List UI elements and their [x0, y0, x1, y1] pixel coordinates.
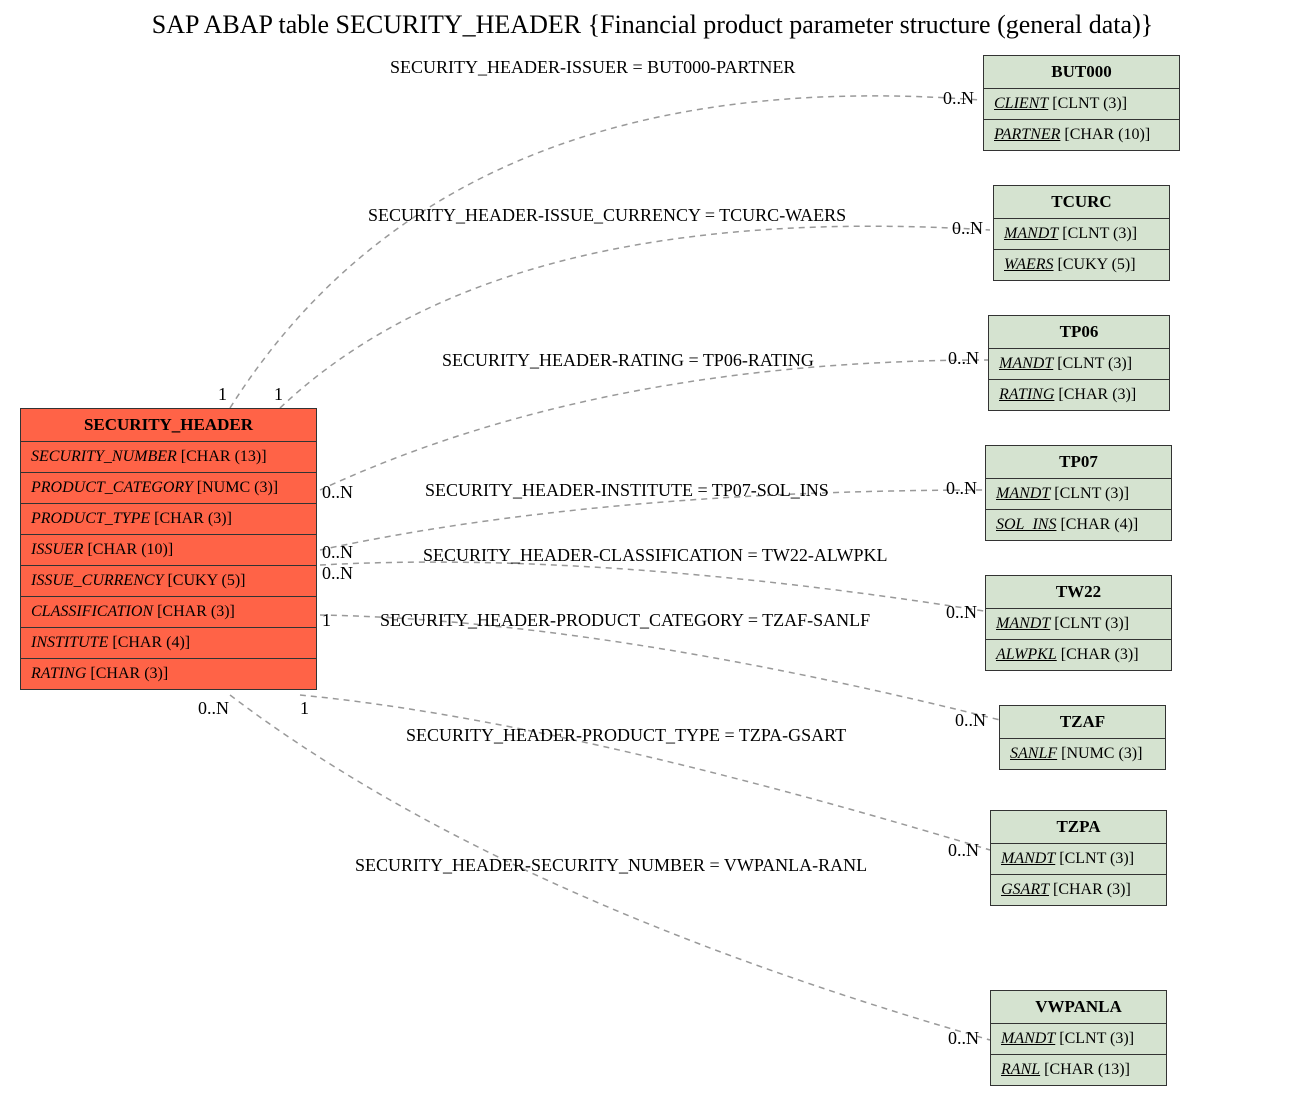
- cardinality: 0..N: [946, 478, 977, 499]
- entity-field: SOL_INS [CHAR (4)]: [986, 510, 1171, 540]
- entity-security-header: SECURITY_HEADER SECURITY_NUMBER [CHAR (1…: [20, 408, 317, 690]
- entity-field: PRODUCT_CATEGORY [NUMC (3)]: [21, 473, 316, 504]
- entity-header: TZPA: [991, 811, 1166, 844]
- entity-field: MANDT [CLNT (3)]: [986, 609, 1171, 640]
- cardinality: 0..N: [948, 348, 979, 369]
- entity-field: ALWPKL [CHAR (3)]: [986, 640, 1171, 670]
- entity-header: TCURC: [994, 186, 1169, 219]
- cardinality: 0..N: [946, 602, 977, 623]
- cardinality: 1: [322, 610, 331, 631]
- cardinality: 0..N: [948, 840, 979, 861]
- relation-label: SECURITY_HEADER-RATING = TP06-RATING: [442, 350, 814, 371]
- entity-field: PARTNER [CHAR (10)]: [984, 120, 1179, 150]
- entity-vwpanla: VWPANLA MANDT [CLNT (3)] RANL [CHAR (13)…: [990, 990, 1167, 1086]
- cardinality: 0..N: [198, 698, 229, 719]
- page-title: SAP ABAP table SECURITY_HEADER {Financia…: [0, 10, 1305, 40]
- entity-tzpa: TZPA MANDT [CLNT (3)] GSART [CHAR (3)]: [990, 810, 1167, 906]
- entity-field: MANDT [CLNT (3)]: [986, 479, 1171, 510]
- entity-field: WAERS [CUKY (5)]: [994, 250, 1169, 280]
- entity-header: TW22: [986, 576, 1171, 609]
- cardinality: 1: [300, 698, 309, 719]
- entity-but000: BUT000 CLIENT [CLNT (3)] PARTNER [CHAR (…: [983, 55, 1180, 151]
- cardinality: 0..N: [322, 482, 353, 503]
- entity-field: SECURITY_NUMBER [CHAR (13)]: [21, 442, 316, 473]
- relation-label: SECURITY_HEADER-ISSUER = BUT000-PARTNER: [390, 57, 795, 78]
- relation-label: SECURITY_HEADER-INSTITUTE = TP07-SOL_INS: [425, 480, 829, 501]
- cardinality: 0..N: [952, 218, 983, 239]
- entity-field: RANL [CHAR (13)]: [991, 1055, 1166, 1085]
- entity-field: ISSUER [CHAR (10)]: [21, 535, 316, 566]
- entity-tcurc: TCURC MANDT [CLNT (3)] WAERS [CUKY (5)]: [993, 185, 1170, 281]
- entity-header: TP07: [986, 446, 1171, 479]
- entity-field: CLIENT [CLNT (3)]: [984, 89, 1179, 120]
- entity-field: MANDT [CLNT (3)]: [991, 844, 1166, 875]
- relation-label: SECURITY_HEADER-CLASSIFICATION = TW22-AL…: [423, 545, 887, 566]
- cardinality: 0..N: [322, 563, 353, 584]
- relation-label: SECURITY_HEADER-PRODUCT_TYPE = TZPA-GSAR…: [406, 725, 846, 746]
- cardinality: 1: [274, 384, 283, 405]
- entity-tzaf: TZAF SANLF [NUMC (3)]: [999, 705, 1166, 770]
- entity-header: TP06: [989, 316, 1169, 349]
- entity-header: TZAF: [1000, 706, 1165, 739]
- relation-label: SECURITY_HEADER-ISSUE_CURRENCY = TCURC-W…: [368, 205, 846, 226]
- entity-tw22: TW22 MANDT [CLNT (3)] ALWPKL [CHAR (3)]: [985, 575, 1172, 671]
- entity-field: ISSUE_CURRENCY [CUKY (5)]: [21, 566, 316, 597]
- entity-header: BUT000: [984, 56, 1179, 89]
- entity-field: MANDT [CLNT (3)]: [991, 1024, 1166, 1055]
- entity-tp06: TP06 MANDT [CLNT (3)] RATING [CHAR (3)]: [988, 315, 1170, 411]
- entity-field: RATING [CHAR (3)]: [989, 380, 1169, 410]
- entity-field: SANLF [NUMC (3)]: [1000, 739, 1165, 769]
- entity-field: RATING [CHAR (3)]: [21, 659, 316, 689]
- entity-field: MANDT [CLNT (3)]: [989, 349, 1169, 380]
- cardinality: 0..N: [943, 88, 974, 109]
- cardinality: 0..N: [948, 1028, 979, 1049]
- cardinality: 1: [218, 384, 227, 405]
- entity-field: PRODUCT_TYPE [CHAR (3)]: [21, 504, 316, 535]
- entity-field: INSTITUTE [CHAR (4)]: [21, 628, 316, 659]
- entity-field: CLASSIFICATION [CHAR (3)]: [21, 597, 316, 628]
- entity-header: SECURITY_HEADER: [21, 409, 316, 442]
- relation-label: SECURITY_HEADER-SECURITY_NUMBER = VWPANL…: [355, 855, 867, 876]
- cardinality: 0..N: [955, 710, 986, 731]
- entity-tp07: TP07 MANDT [CLNT (3)] SOL_INS [CHAR (4)]: [985, 445, 1172, 541]
- entity-field: MANDT [CLNT (3)]: [994, 219, 1169, 250]
- entity-field: GSART [CHAR (3)]: [991, 875, 1166, 905]
- relation-label: SECURITY_HEADER-PRODUCT_CATEGORY = TZAF-…: [380, 610, 870, 631]
- entity-header: VWPANLA: [991, 991, 1166, 1024]
- cardinality: 0..N: [322, 542, 353, 563]
